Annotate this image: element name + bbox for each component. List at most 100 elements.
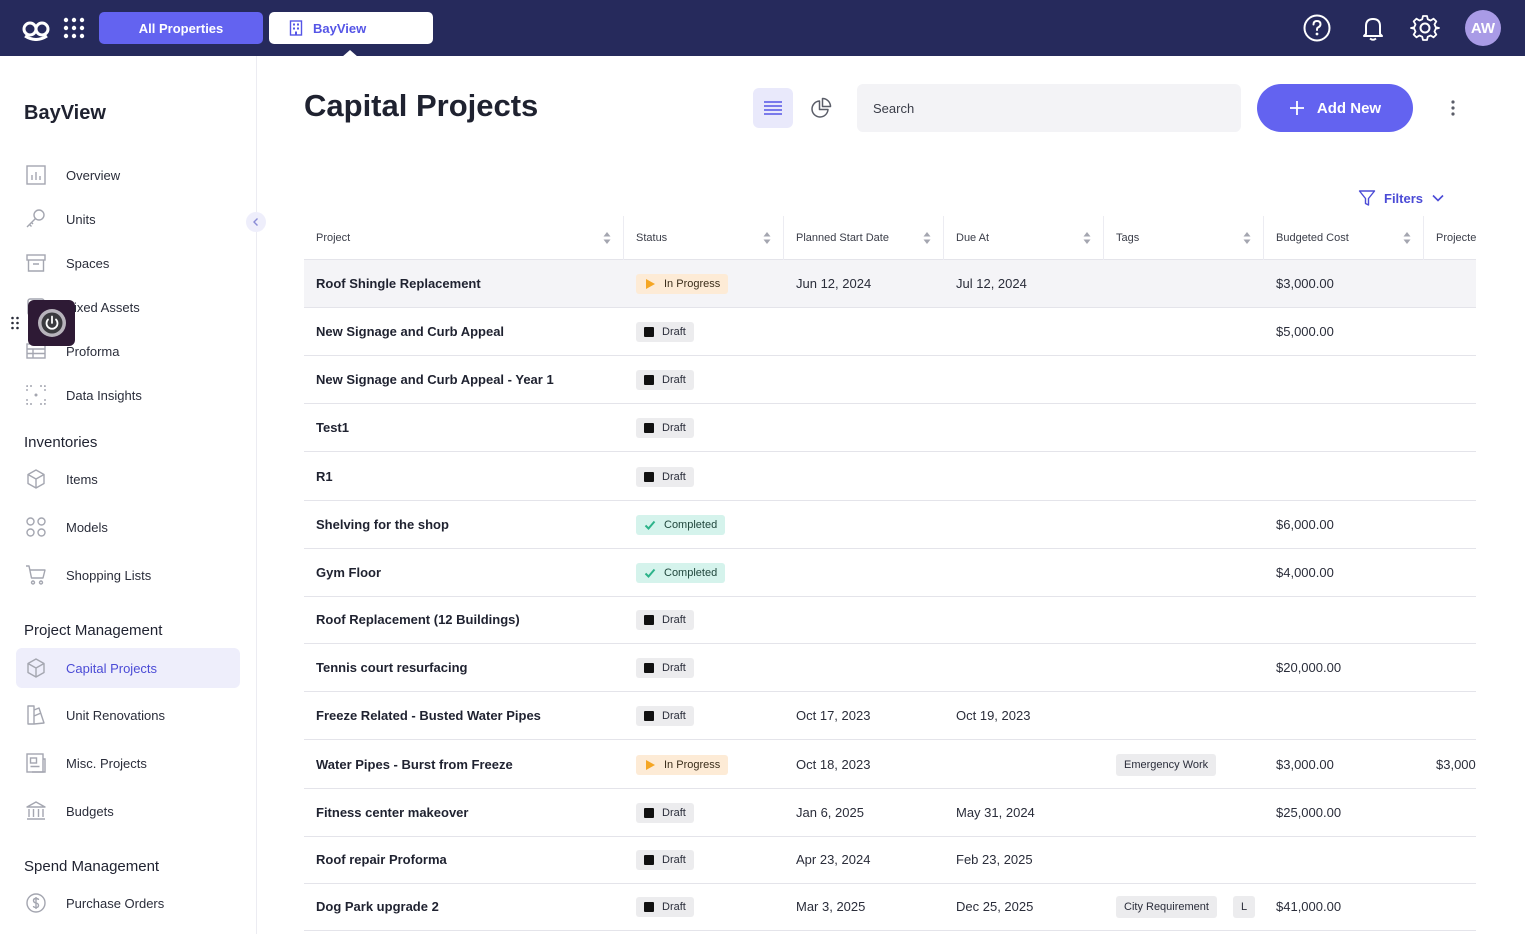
more-options-button[interactable] (1443, 96, 1463, 120)
collapse-sidebar-button[interactable] (246, 212, 266, 232)
floating-power-widget[interactable] (28, 300, 75, 346)
cell-due-at (944, 356, 1104, 403)
table-row[interactable]: Shelving for the shop Completed $6,000.00 (304, 501, 1476, 549)
column-header-project[interactable]: Project (304, 216, 624, 260)
play-icon (646, 759, 655, 770)
cell-tags (1104, 356, 1264, 403)
cell-project-name: R1 (316, 469, 333, 484)
sidebar-item-label: Models (66, 519, 108, 535)
cell-tags (1104, 260, 1264, 307)
table-row[interactable]: Dog Park upgrade 2 Draft Mar 3, 2025 Dec 25… (304, 883, 1476, 931)
checkmark-icon (644, 568, 656, 578)
tag-chip[interactable]: City Requirement (1116, 895, 1217, 918)
cell-status: Draft (624, 356, 784, 403)
cell-planned-start (784, 356, 944, 403)
status-label: Draft (662, 853, 686, 866)
table-row[interactable]: Test1 Draft (304, 404, 1476, 452)
table-row[interactable]: Roof Shingle Replacement In Progress Jun 1… (304, 260, 1476, 308)
chart-view-toggle[interactable] (801, 88, 841, 128)
sort-icon[interactable] (1403, 231, 1411, 245)
cell-status: Completed (624, 501, 784, 548)
add-new-label: Add New (1316, 99, 1382, 117)
section-title-project-management: Project Management (24, 622, 163, 639)
cell-project-name: Roof repair Proforma (316, 852, 447, 867)
draft-square-icon (644, 807, 654, 818)
cell-projected (1424, 404, 1476, 451)
tag-chip[interactable]: Emergency Work (1116, 753, 1217, 776)
column-header-label: Due At (956, 232, 990, 244)
cell-project-name: Shelving for the shop (316, 517, 449, 532)
settings-gear-icon[interactable] (1410, 13, 1440, 43)
cube-icon (27, 658, 45, 678)
column-header-tags[interactable]: Tags (1104, 216, 1264, 260)
cell-budgeted-cost: $5,000.00 (1276, 324, 1334, 339)
tag-chip[interactable]: L (1232, 895, 1256, 918)
cell-projected (1424, 501, 1476, 548)
sort-icon[interactable] (923, 231, 931, 245)
logo-icon[interactable] (22, 15, 50, 41)
sort-icon[interactable] (763, 231, 771, 245)
cell-planned-start (784, 644, 944, 691)
cell-projected (1424, 596, 1476, 643)
column-header-budgeted-cost[interactable]: Budgeted Cost (1264, 216, 1424, 260)
cell-projected (1424, 356, 1476, 403)
column-header-label: Projected (1436, 232, 1476, 244)
apps-grid-icon[interactable] (62, 16, 86, 40)
sort-icon[interactable] (1083, 231, 1091, 245)
sidebar-item-purchase-orders[interactable]: Purchase Orders (16, 883, 240, 923)
sidebar-item-unit-renovations[interactable]: Unit Renovations (16, 695, 240, 735)
table-row[interactable]: New Signage and Curb Appeal Draft $5,000.0… (304, 308, 1476, 356)
table-row[interactable]: Roof Replacement (12 Buildings) Draft (304, 596, 1476, 644)
column-header-label: Status (636, 232, 668, 244)
sidebar-item-items[interactable]: Items (16, 459, 240, 499)
sort-icon[interactable] (603, 231, 611, 245)
sidebar-item-capital-projects[interactable]: Capital Projects (16, 648, 240, 688)
cell-tags (1104, 836, 1264, 883)
status-badge: In Progress (636, 273, 729, 294)
cell-due-at (944, 501, 1104, 548)
filters-button[interactable]: Filters (1358, 186, 1445, 210)
drag-handle-icon[interactable] (10, 316, 20, 330)
sidebar-item-misc-projects[interactable]: Misc. Projects (16, 743, 240, 783)
status-badge: Completed (636, 514, 726, 535)
sidebar-item-spaces[interactable]: Spaces (16, 243, 240, 283)
all-properties-button[interactable]: All Properties (99, 12, 263, 44)
status-label: Draft (662, 470, 686, 483)
column-header-status[interactable]: Status (624, 216, 784, 260)
user-avatar[interactable]: AW (1465, 10, 1501, 46)
search-input[interactable] (857, 84, 1241, 132)
table-row[interactable]: Tennis court resurfacing Draft $20,000.00 (304, 644, 1476, 692)
column-header-planned-start-date[interactable]: Planned Start Date (784, 216, 944, 260)
table-row[interactable]: Fitness center makeover Draft Jan 6, 2025 M… (304, 789, 1476, 837)
sidebar-item-overview[interactable]: Overview (16, 155, 240, 195)
column-header-due-at[interactable]: Due At (944, 216, 1104, 260)
table-row[interactable]: R1 Draft (304, 453, 1476, 501)
sidebar-item-units[interactable]: Units (16, 199, 240, 239)
status-badge: In Progress (636, 754, 729, 775)
table-row[interactable]: Gym Floor Completed $4,000.00 (304, 549, 1476, 597)
notification-bell-icon[interactable] (1358, 13, 1388, 43)
cell-status: Draft (624, 596, 784, 643)
column-header-projected[interactable]: Projected (1424, 216, 1476, 260)
cell-planned-start (784, 308, 944, 355)
table-row[interactable]: Freeze Related - Busted Water Pipes Draft… (304, 692, 1476, 740)
table-row[interactable]: Roof repair Proforma Draft Apr 23, 2024 Feb… (304, 836, 1476, 884)
cell-budgeted-cost: $6,000.00 (1276, 517, 1334, 532)
list-view-toggle[interactable] (753, 88, 793, 128)
help-icon[interactable] (1302, 13, 1332, 43)
status-badge: Draft (636, 609, 694, 630)
cell-due-at (944, 596, 1104, 643)
sort-icon[interactable] (1243, 231, 1251, 245)
table-row[interactable]: New Signage and Curb Appeal - Year 1 Draf… (304, 356, 1476, 404)
plus-icon (1289, 101, 1304, 115)
cell-tags (1104, 404, 1264, 451)
property-tab-bayview[interactable]: BayView (269, 12, 433, 44)
sidebar-item-label: Shopping Lists (66, 567, 152, 583)
sidebar-item-data-insights[interactable]: Data Insights (16, 375, 240, 415)
table-row[interactable]: Water Pipes - Burst from Freeze In Progre… (304, 741, 1476, 789)
sidebar-item-shopping-lists[interactable]: Shopping Lists (16, 555, 240, 595)
status-label: Draft (662, 325, 686, 338)
add-new-button[interactable]: Add New (1257, 84, 1413, 132)
sidebar-item-models[interactable]: Models (16, 507, 240, 547)
sidebar-item-budgets[interactable]: Budgets (16, 791, 240, 831)
